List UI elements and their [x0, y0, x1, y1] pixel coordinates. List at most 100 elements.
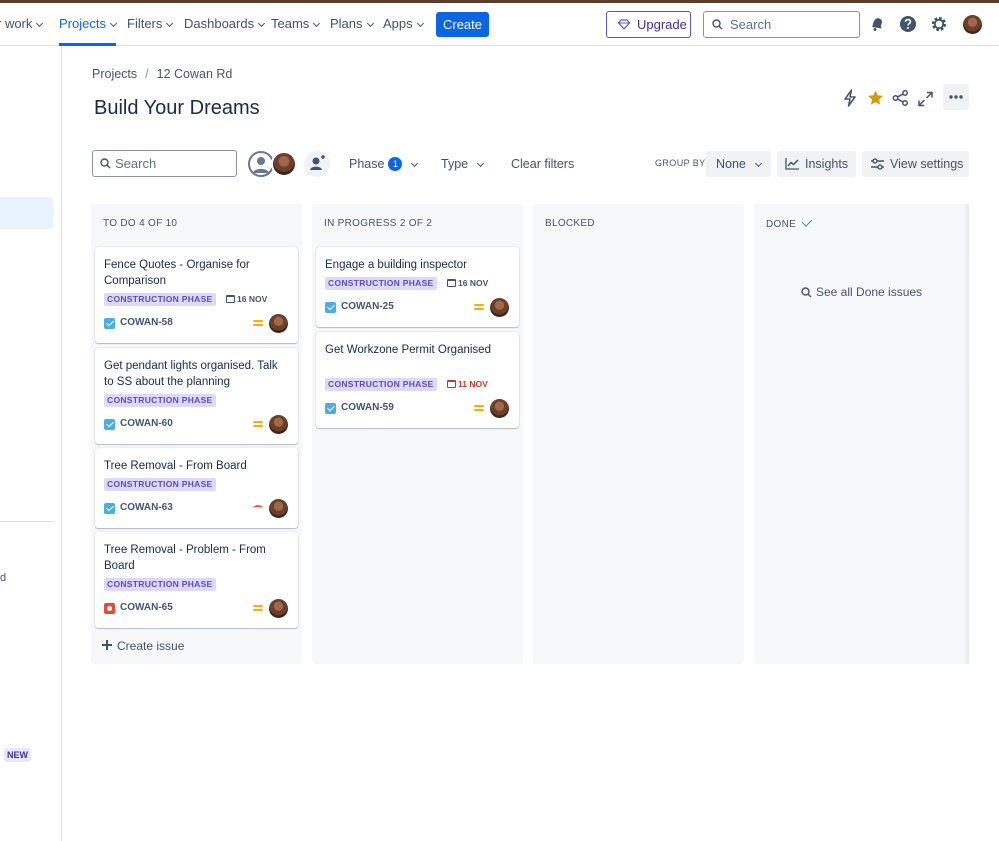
- column-blocked: BLOCKED: [533, 204, 744, 664]
- create-issue-button[interactable]: Create issue: [102, 639, 184, 653]
- top-navigation: r work Projects Filters Dashboards Teams…: [0, 3, 999, 46]
- nav-apps[interactable]: Apps: [383, 3, 424, 45]
- chevron-down-icon: [166, 19, 174, 28]
- due-date-label: 16 NOV: [237, 294, 268, 304]
- chevron-down-icon: [366, 19, 374, 28]
- global-search-input[interactable]: Search: [703, 11, 860, 38]
- task-icon: [104, 318, 115, 329]
- assignee-avatar[interactable]: [269, 314, 288, 333]
- phase-lozenge: CONSTRUCTION PHASE: [104, 478, 216, 491]
- phase-lozenge: CONSTRUCTION PHASE: [104, 394, 216, 407]
- chevron-down-icon: [411, 159, 419, 168]
- issue-key[interactable]: COWAN-58: [120, 317, 173, 328]
- issue-key[interactable]: COWAN-63: [120, 502, 173, 513]
- see-all-done-issues-link[interactable]: See all Done issues: [801, 285, 922, 299]
- view-settings-button[interactable]: View settings: [862, 151, 969, 177]
- issue-title: Tree Removal - From Board: [104, 460, 247, 472]
- star-icon[interactable]: [867, 88, 884, 108]
- nav-teams[interactable]: Teams: [271, 3, 321, 45]
- column-in-progress: IN PROGRESS 2 OF 2 Engage a building ins…: [312, 204, 523, 664]
- nav-dashboards-label: Dashboards: [184, 16, 255, 31]
- board-scroll-fade: [963, 204, 969, 664]
- share-icon[interactable]: [892, 88, 909, 108]
- nav-teams-label: Teams: [271, 16, 310, 31]
- task-icon: [325, 403, 336, 414]
- nav-your-work-label: r work: [0, 16, 33, 31]
- check-icon: [801, 216, 813, 227]
- type-filter-dropdown[interactable]: Type: [441, 151, 485, 177]
- chevron-down-icon: [313, 19, 321, 28]
- issue-title: Get Workzone Permit Organised: [325, 344, 491, 356]
- issue-card[interactable]: Engage a building inspector CONSTRUCTION…: [316, 247, 519, 327]
- breadcrumb-project[interactable]: 12 Cowan Rd: [157, 67, 233, 81]
- nav-plans-label: Plans: [330, 16, 363, 31]
- issue-card[interactable]: Tree Removal - From Board CONSTRUCTION P…: [95, 448, 298, 528]
- board-search-placeholder: Search: [115, 156, 157, 171]
- profile-avatar[interactable]: [963, 15, 982, 34]
- issue-key[interactable]: COWAN-59: [341, 402, 394, 413]
- issue-title: Engage a building inspector: [325, 259, 467, 271]
- breadcrumb-projects[interactable]: Projects: [92, 67, 137, 81]
- create-button[interactable]: Create: [436, 12, 489, 37]
- upgrade-button[interactable]: Upgrade: [606, 11, 691, 38]
- board-search-input[interactable]: Search: [92, 150, 237, 177]
- phase-filter-dropdown[interactable]: Phase 1: [349, 151, 419, 177]
- group-by-label: GROUP BY: [655, 158, 706, 168]
- automation-lightning-icon[interactable]: [842, 88, 858, 108]
- assignee-avatar[interactable]: [490, 298, 509, 317]
- priority-high-icon: [253, 505, 263, 511]
- assignee-avatar[interactable]: [269, 599, 288, 618]
- due-date: 16 NOV: [226, 293, 267, 306]
- chevron-down-icon: [258, 19, 266, 28]
- issue-card[interactable]: Get Workzone Permit Organised CONSTRUCTI…: [316, 332, 519, 428]
- phase-lozenge: CONSTRUCTION PHASE: [325, 378, 437, 391]
- phase-lozenge: CONSTRUCTION PHASE: [325, 277, 437, 290]
- priority-medium-icon: [474, 404, 484, 412]
- user-silhouette-icon: [253, 157, 269, 173]
- breadcrumb: Projects / 12 Cowan Rd: [92, 67, 232, 81]
- notifications-icon[interactable]: [868, 15, 886, 33]
- column-header-done: DONE: [766, 216, 813, 230]
- insights-label: Insights: [805, 157, 849, 171]
- insights-button[interactable]: Insights: [777, 151, 856, 177]
- nav-your-work[interactable]: r work: [0, 3, 44, 45]
- breadcrumb-separator: /: [145, 67, 149, 81]
- issue-card[interactable]: Fence Quotes - Organise for Comparison C…: [95, 247, 298, 343]
- filter-avatar-user[interactable]: [271, 151, 297, 177]
- sidebar-selected-item[interactable]: [0, 197, 53, 229]
- sidebar-item-fragment[interactable]: d: [0, 572, 6, 584]
- more-actions-button[interactable]: [943, 84, 969, 110]
- nav-filters[interactable]: Filters: [127, 3, 174, 45]
- nav-projects[interactable]: Projects: [59, 3, 118, 46]
- add-people-button[interactable]: [304, 151, 330, 177]
- issue-key[interactable]: COWAN-25: [341, 301, 394, 312]
- help-icon[interactable]: [899, 15, 917, 33]
- issue-card[interactable]: Get pendant lights organised. Talk to SS…: [95, 348, 298, 444]
- task-icon: [104, 419, 115, 430]
- assignee-avatar[interactable]: [490, 399, 509, 418]
- column-header-blocked: BLOCKED: [545, 218, 595, 229]
- due-date-label: 11 NOV: [458, 379, 488, 389]
- nav-plans[interactable]: Plans: [330, 3, 374, 45]
- calendar-icon: [447, 380, 456, 388]
- chevron-down-icon: [416, 19, 424, 28]
- project-sidebar: d NEW: [0, 46, 62, 841]
- group-by-select[interactable]: None: [706, 151, 771, 177]
- issue-card[interactable]: Tree Removal - Problem - From Board CONS…: [95, 532, 298, 628]
- clear-filters-button[interactable]: Clear filters: [511, 151, 574, 177]
- assignee-avatar[interactable]: [269, 499, 288, 518]
- fullscreen-expand-icon[interactable]: [918, 89, 933, 109]
- group-by-value: None: [716, 157, 746, 171]
- nav-dashboards[interactable]: Dashboards: [184, 3, 266, 45]
- column-todo: TO DO 4 OF 10 Fence Quotes - Organise fo…: [91, 204, 302, 664]
- task-icon: [325, 302, 336, 313]
- nav-apps-label: Apps: [383, 16, 413, 31]
- settings-gear-icon[interactable]: [930, 15, 948, 33]
- add-person-icon: [310, 155, 325, 170]
- issue-title: Get pendant lights organised. Talk to SS…: [104, 360, 278, 388]
- assignee-avatar[interactable]: [269, 415, 288, 434]
- issue-key[interactable]: COWAN-65: [120, 602, 173, 613]
- due-date: 16 NOV: [447, 277, 488, 290]
- phase-filter-count-badge: 1: [388, 157, 403, 171]
- issue-key[interactable]: COWAN-60: [120, 418, 173, 429]
